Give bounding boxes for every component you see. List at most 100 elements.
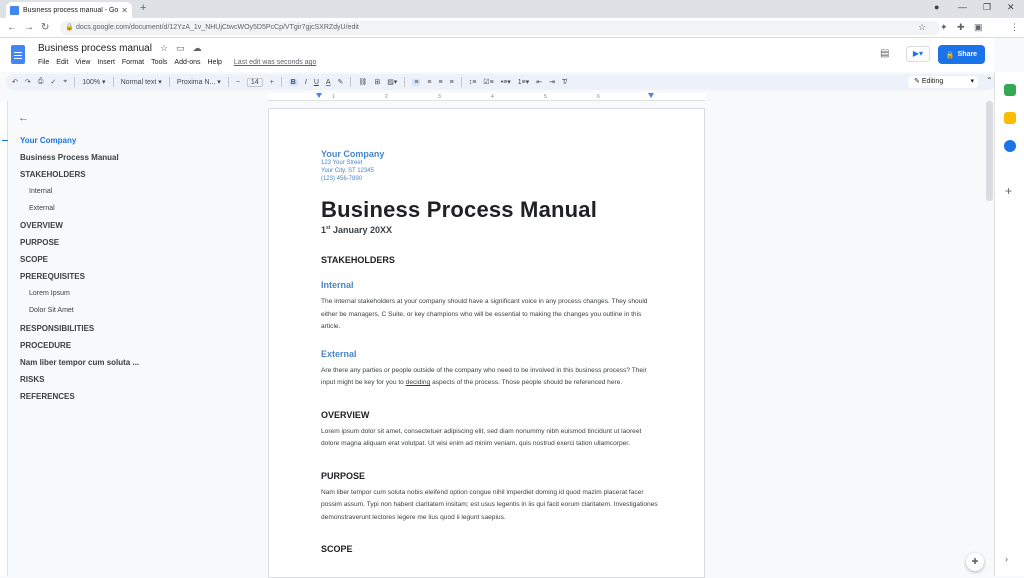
explore-button[interactable]: ✚: [966, 553, 984, 571]
outline-item[interactable]: REFERENCES: [20, 392, 139, 409]
document-content[interactable]: Your Company 123 Your Street Your City, …: [321, 149, 661, 554]
outline-item[interactable]: Business Process Manual: [20, 153, 139, 170]
redo-icon[interactable]: ↷: [25, 78, 31, 86]
spellcheck-icon[interactable]: ✓: [50, 78, 56, 86]
outline-item[interactable]: OVERVIEW: [20, 221, 139, 238]
decrease-indent-icon[interactable]: ⇤: [536, 78, 542, 86]
extension-icon[interactable]: ✦: [940, 22, 948, 33]
outline-item[interactable]: RISKS: [20, 375, 139, 392]
reload-icon[interactable]: ↻: [41, 22, 49, 33]
menu-view[interactable]: View: [75, 59, 90, 66]
star-icon[interactable]: ☆: [160, 43, 168, 54]
bookmark-star-icon[interactable]: ☆: [918, 22, 926, 33]
link-icon[interactable]: ⛓: [358, 78, 367, 86]
outline-item[interactable]: SCOPE: [20, 255, 139, 272]
checklist-icon[interactable]: ☑≡: [483, 78, 493, 86]
profile-icon[interactable]: ●: [934, 2, 939, 12]
increase-indent-icon[interactable]: ⇥: [549, 78, 555, 86]
chevron-up-icon[interactable]: ⌃: [986, 76, 993, 85]
tab-title: Business process manual - Goog: [23, 6, 119, 14]
sidebar-toggle-icon[interactable]: ▣: [974, 22, 983, 33]
add-comment-icon[interactable]: ⊞: [374, 78, 380, 86]
cloud-status-icon[interactable]: ☁: [193, 43, 202, 54]
last-edit-link[interactable]: Last edit was seconds ago: [234, 59, 317, 66]
menu-insert[interactable]: Insert: [97, 59, 115, 66]
menu-bar: File Edit View Insert Format Tools Add-ons Help…: [38, 59, 316, 66]
horizontal-ruler[interactable]: 1 2 3 4 5 6 7: [268, 93, 705, 101]
tasks-icon[interactable]: [1004, 140, 1016, 152]
vertical-scrollbar[interactable]: [986, 101, 993, 201]
browser-menu-icon[interactable]: ⋮: [1010, 22, 1019, 33]
menu-addons[interactable]: Add-ons: [174, 59, 200, 66]
minimize-icon[interactable]: —: [958, 2, 967, 12]
align-justify-icon[interactable]: ≡: [450, 79, 454, 86]
move-folder-icon[interactable]: ▭: [176, 43, 185, 54]
line-spacing-icon[interactable]: ↕≡: [469, 79, 477, 86]
outline-item[interactable]: STAKEHOLDERS: [20, 170, 139, 187]
paint-format-icon[interactable]: ⌖: [63, 78, 67, 86]
spelling-flagged-word[interactable]: deciding: [406, 379, 431, 386]
lock-icon: 🔒: [945, 51, 955, 59]
url-field[interactable]: 🔒 docs.google.com/document/d/12YzA_1v_NH…: [60, 21, 940, 35]
menu-file[interactable]: File: [38, 59, 49, 66]
close-window-icon[interactable]: ✕: [1007, 2, 1015, 13]
insert-image-icon[interactable]: ▨▾: [387, 78, 397, 86]
tab-close-icon[interactable]: ✕: [121, 6, 128, 15]
decrease-font-icon[interactable]: −: [236, 79, 240, 86]
menu-edit[interactable]: Edit: [56, 59, 68, 66]
document-page[interactable]: Your Company 123 Your Street Your City, …: [268, 108, 705, 578]
zoom-select[interactable]: 100% ▾: [82, 78, 105, 86]
font-size-field[interactable]: 14: [246, 77, 263, 87]
back-icon[interactable]: ←: [7, 22, 17, 33]
outline-item[interactable]: PROCEDURE: [20, 341, 139, 358]
close-outline-arrow-icon[interactable]: ←: [18, 112, 29, 124]
menu-tools[interactable]: Tools: [151, 59, 167, 66]
outline-item[interactable]: PURPOSE: [20, 238, 139, 255]
comment-history-icon[interactable]: ▤: [880, 48, 889, 59]
menu-help[interactable]: Help: [208, 59, 222, 66]
outline-item[interactable]: Nam liber tempor cum soluta ...: [20, 358, 139, 375]
outline-item[interactable]: RESPONSIBILITIES: [20, 324, 139, 341]
text-color-icon[interactable]: A: [326, 79, 331, 86]
paragraph-external: Are there any parties or people outside …: [321, 365, 661, 390]
browser-tab[interactable]: Business process manual - Goog ✕: [6, 2, 132, 18]
share-button[interactable]: 🔒 Share: [938, 45, 985, 64]
undo-icon[interactable]: ↶: [12, 78, 18, 86]
restore-icon[interactable]: ❐: [983, 2, 991, 13]
clear-formatting-icon[interactable]: T̸: [562, 79, 566, 86]
outline-item[interactable]: Your Company: [1, 136, 139, 153]
numbered-list-icon[interactable]: 1≡▾: [518, 78, 530, 86]
highlight-icon[interactable]: ✎: [338, 78, 344, 86]
underline-icon[interactable]: U: [314, 79, 319, 86]
expand-panel-icon[interactable]: ›: [1005, 554, 1008, 564]
puzzle-extensions-icon[interactable]: ✚: [957, 22, 965, 33]
heading-overview: OVERVIEW: [321, 409, 370, 420]
meet-icon[interactable]: ▶▾: [906, 46, 930, 62]
outline-item[interactable]: External: [20, 204, 139, 221]
bulleted-list-icon[interactable]: •≡▾: [501, 78, 511, 86]
editing-mode-select[interactable]: ✎ Editing ▾: [908, 76, 978, 88]
new-tab-button[interactable]: +: [140, 2, 146, 14]
increase-font-icon[interactable]: +: [270, 79, 274, 86]
docs-logo-icon[interactable]: [11, 45, 25, 64]
font-select[interactable]: Proxima N... ▾: [177, 78, 221, 86]
print-icon[interactable]: ⎙: [38, 78, 44, 86]
outline-item[interactable]: Internal: [20, 187, 139, 204]
address-line-1: 123 Your Street: [321, 160, 363, 166]
menu-format[interactable]: Format: [122, 59, 144, 66]
style-select[interactable]: Normal text ▾: [121, 78, 162, 86]
forward-icon[interactable]: →: [24, 22, 34, 33]
left-indent-marker[interactable]: [316, 93, 322, 98]
align-left-icon[interactable]: ≡: [412, 78, 421, 86]
add-ons-plus-icon[interactable]: +: [1005, 184, 1012, 198]
keep-icon[interactable]: [1004, 112, 1016, 124]
outline-item[interactable]: Dolor Sit Amet: [20, 306, 139, 323]
italic-icon[interactable]: I: [305, 79, 307, 86]
calendar-icon[interactable]: [1004, 84, 1016, 96]
outline-item[interactable]: Lorem Ipsum: [20, 289, 139, 306]
bold-icon[interactable]: B: [288, 78, 298, 86]
align-center-icon[interactable]: ≡: [427, 79, 431, 86]
document-title[interactable]: Business process manual: [38, 43, 152, 54]
outline-item[interactable]: PREREQUISITES: [20, 272, 139, 289]
align-right-icon[interactable]: ≡: [439, 79, 443, 86]
